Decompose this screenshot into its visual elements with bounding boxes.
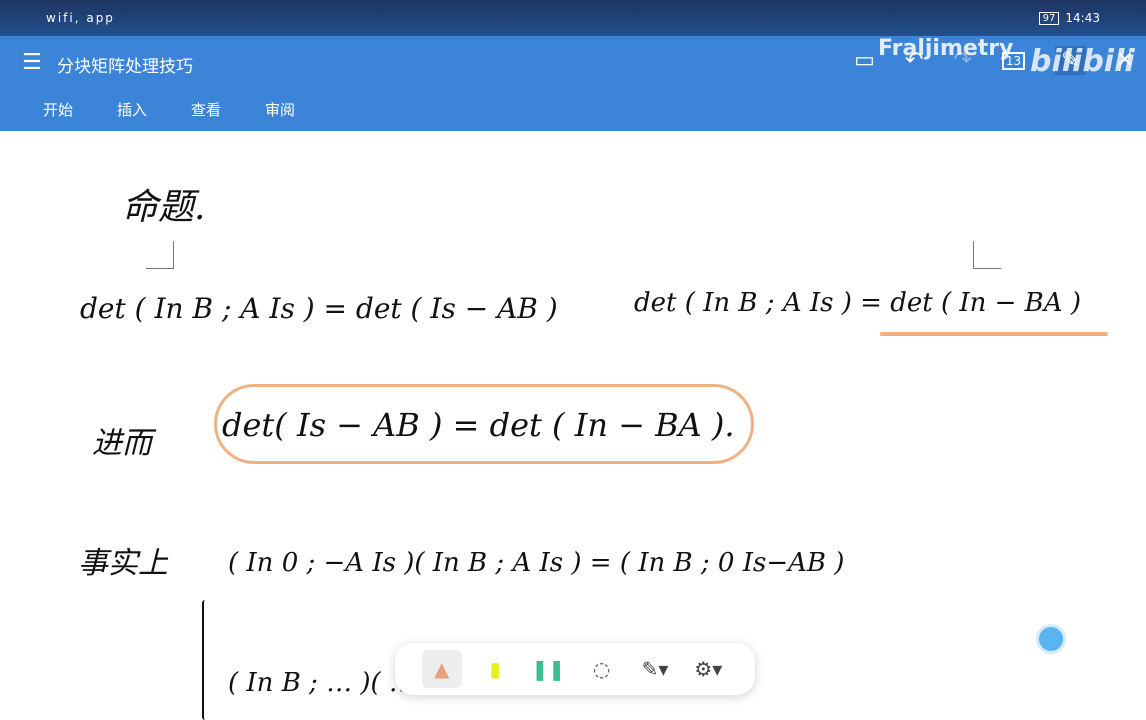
settings-icon[interactable]: ⚙▾: [688, 650, 728, 688]
highlighter-icon[interactable]: ▮: [475, 650, 515, 688]
underline-highlight: [880, 332, 1108, 336]
pen-icon[interactable]: ▲: [421, 650, 462, 688]
equation-1: det ( In B ; A Is ) = det ( Is − AB ): [80, 292, 558, 325]
menu-icon[interactable]: ☰: [22, 50, 42, 75]
equation-3: det( Is − AB ) = det ( In − BA ).: [222, 406, 735, 444]
status-bar: wifi, app 97 14:43: [0, 0, 1146, 36]
margin-corner-left: [146, 241, 174, 269]
marker-icon[interactable]: ❚❚: [528, 650, 568, 688]
document-title: 分块矩阵处理技巧: [57, 57, 193, 77]
save-icon[interactable]: ▭: [854, 48, 875, 73]
battery-indicator: 97: [1038, 11, 1060, 25]
app-bar: ☰ 分块矩阵处理技巧 开始 插入 查看 审阅 ▭ ↶ ↷ 13 ✎ ✕ Fral…: [0, 36, 1146, 131]
pencil-options-icon[interactable]: ✎▾: [635, 650, 675, 688]
tab-view[interactable]: 查看: [191, 99, 221, 120]
brace: [202, 600, 208, 720]
equation-4: ( In 0 ; −A Is )( In B ; A Is ) = ( In B…: [228, 548, 845, 578]
pen-toolbar: ▲ ▮ ❚❚ ◌ ✎▾ ⚙▾: [395, 643, 755, 695]
tab-start[interactable]: 开始: [43, 99, 73, 120]
watermark-user: Fraljimetry: [878, 36, 1014, 61]
tab-insert[interactable]: 插入: [117, 99, 147, 120]
status-left-icons: wifi, app: [46, 11, 115, 25]
lead-in-fact: 事实上: [78, 546, 168, 581]
lasso-icon[interactable]: ◌: [582, 650, 622, 688]
margin-corner-right: [973, 241, 1001, 269]
clock: 14:43: [1065, 11, 1100, 25]
heading: 命题.: [122, 187, 206, 228]
equation-2: det ( In B ; A Is ) = det ( In − BA ): [634, 288, 1081, 318]
tab-review[interactable]: 审阅: [265, 99, 295, 120]
record-button[interactable]: [1036, 624, 1066, 654]
lead-therefore: 进而: [92, 426, 152, 461]
watermark-brand: bilibili: [1030, 44, 1135, 79]
